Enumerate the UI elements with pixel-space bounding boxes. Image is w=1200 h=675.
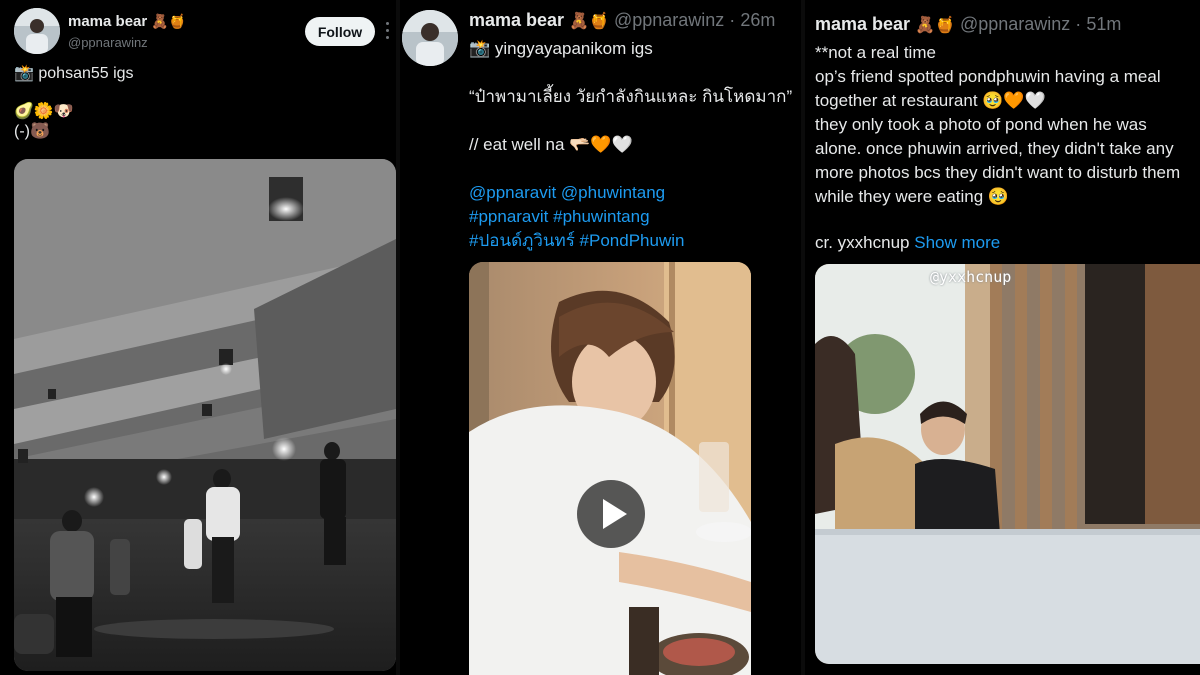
timestamp[interactable]: 26m [740, 10, 775, 30]
follow-button[interactable]: Follow [305, 17, 375, 46]
tweet-text-line: “ป๋าพามาเลี้ยง วัยกำลังกินแหละ กินโหดมาก… [469, 87, 793, 106]
hashtag-links[interactable]: #ปอนด์ภูวินทร์ #PondPhuwin [469, 229, 684, 253]
more-options-icon[interactable] [383, 22, 391, 42]
play-video-button[interactable] [577, 480, 645, 548]
name-emoji: 🧸🍯 [915, 17, 955, 34]
tweet-text-line: alone. once phuwin arrived, they didn't … [815, 139, 1174, 158]
timestamp[interactable]: 51m [1086, 14, 1121, 34]
avatar[interactable] [14, 8, 60, 54]
show-more-link[interactable]: Show more [914, 233, 1000, 252]
dot-separator: · [729, 10, 736, 30]
tweet-photo-dance-studio[interactable] [14, 159, 396, 671]
tweet-panel-1: mama bear 🧸🍯 @ppnarawinz Follow 📸 pohsan… [0, 0, 396, 675]
tweet-video-restaurant[interactable] [469, 262, 751, 675]
tweet-credit-line: cr. yxxhcnup Show more [815, 231, 1000, 255]
tweet-text-line: together at restaurant 🥹🧡🤍 [815, 91, 1046, 110]
tweet-text-line: op’s friend spotted pondphuwin having a … [815, 67, 1161, 86]
tweet-text-line: 📸 yingyayapanikom igs [469, 39, 653, 58]
dot-separator: · [1075, 14, 1082, 34]
mention-links[interactable]: @ppnaravit @phuwintang [469, 181, 665, 205]
tweet-photo-restaurant[interactable] [815, 264, 1200, 664]
tweet-text-line: // eat well na 🫳🏻🧡🤍 [469, 135, 633, 154]
credit-text: cr. yxxhcnup [815, 233, 910, 252]
name-emoji: 🧸🍯 [151, 13, 187, 29]
author-handle[interactable]: @ppnarawinz [68, 35, 148, 50]
tweet-text-line: **not a real time [815, 43, 936, 62]
tweet-text-line: while they were eating 🥹 [815, 187, 1010, 206]
tweet-text-line: more photos bcs they didn't want to dist… [815, 163, 1181, 182]
photo-watermark: @yxxhcnup [930, 268, 1012, 286]
tweet-text-line: (-)🐻 [14, 123, 50, 140]
author-name[interactable]: mama bear 🧸🍯 @ppnarawinz · 26m [469, 10, 775, 31]
author-name[interactable]: mama bear 🧸🍯 [68, 13, 186, 30]
author-handle[interactable]: @ppnarawinz [960, 14, 1070, 34]
avatar[interactable] [402, 10, 458, 66]
author-handle[interactable]: @ppnarawinz [614, 10, 724, 30]
tweet-panel-2: mama bear 🧸🍯 @ppnarawinz · 26m 📸 yingyay… [400, 0, 801, 675]
tweet-text-line: they only took a photo of pond when he w… [815, 115, 1147, 134]
author-name[interactable]: mama bear 🧸🍯 @ppnarawinz · 51m [815, 14, 1121, 35]
name-emoji: 🧸🍯 [569, 13, 609, 30]
hashtag-links[interactable]: #ppnaravit #phuwintang [469, 205, 650, 229]
tweet-panel-3: mama bear 🧸🍯 @ppnarawinz · 51m **not a r… [805, 0, 1200, 675]
tweet-text-line: 📸 pohsan55 igs [14, 65, 134, 82]
